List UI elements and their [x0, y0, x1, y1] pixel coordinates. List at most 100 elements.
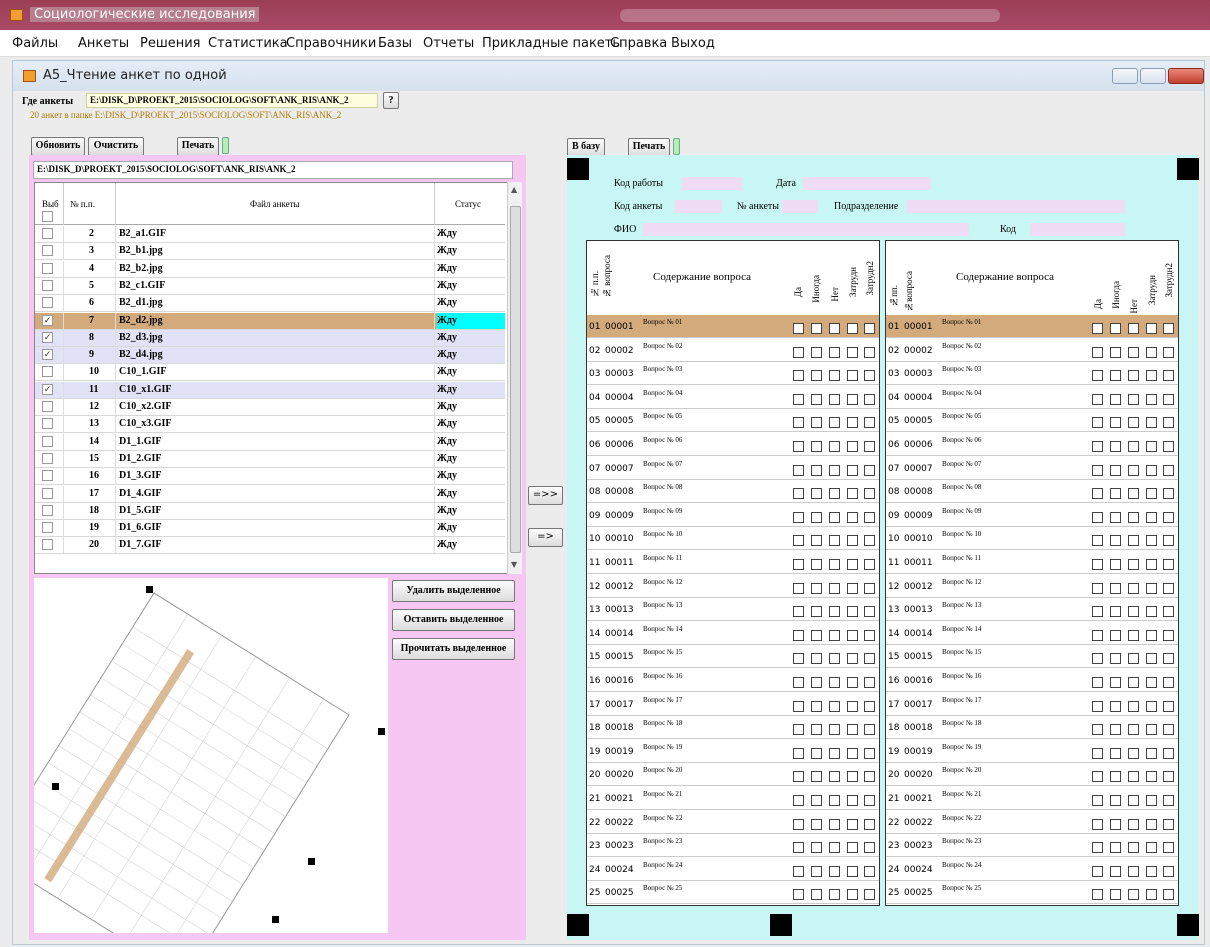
answer-checkbox[interactable]	[1092, 464, 1103, 476]
answer-checkbox[interactable]	[811, 700, 822, 712]
answer-checkbox[interactable]	[829, 488, 840, 500]
answer-checkbox[interactable]	[829, 795, 840, 806]
menu-resheniya[interactable]: Решения	[140, 36, 201, 51]
answer-checkbox[interactable]	[1163, 393, 1174, 405]
menu-statistika[interactable]: Статистика	[208, 36, 288, 51]
answer-checkbox[interactable]	[793, 795, 804, 806]
answer-checkbox[interactable]	[1128, 511, 1139, 523]
answer-checkbox[interactable]	[1146, 606, 1157, 618]
answer-checkbox[interactable]	[864, 606, 875, 618]
table-row[interactable]: ✓ 11 C10_x1.GIF Жду	[35, 381, 505, 399]
answer-checkbox[interactable]	[1146, 393, 1157, 405]
answer-checkbox[interactable]	[847, 323, 858, 334]
select-all-checkbox[interactable]	[42, 211, 53, 222]
answer-checkbox[interactable]	[811, 323, 822, 334]
answer-checkbox[interactable]	[1128, 865, 1139, 877]
table-row[interactable]: 20 D1_7.GIF Жду	[35, 537, 505, 555]
answer-checkbox[interactable]	[793, 771, 804, 783]
answer-checkbox[interactable]	[829, 393, 840, 405]
menu-spravochniki[interactable]: Справочники	[286, 36, 376, 51]
answer-checkbox[interactable]	[1128, 417, 1139, 429]
answer-checkbox[interactable]	[1128, 724, 1139, 736]
answer-checkbox[interactable]	[1092, 346, 1103, 358]
answer-checkbox[interactable]	[1110, 441, 1121, 452]
menu-spravka[interactable]: Справка	[610, 36, 667, 51]
answer-checkbox[interactable]	[829, 771, 840, 783]
answer-checkbox[interactable]	[1092, 511, 1103, 523]
answer-checkbox[interactable]	[864, 677, 875, 688]
answer-checkbox[interactable]	[1146, 535, 1157, 547]
row-checkbox[interactable]	[42, 435, 53, 447]
answer-checkbox[interactable]	[829, 889, 840, 901]
answer-checkbox[interactable]	[1163, 700, 1174, 712]
answer-checkbox[interactable]	[1128, 559, 1139, 570]
answer-checkbox[interactable]	[1163, 535, 1174, 547]
table-row[interactable]: 17 D1_4.GIF Жду	[35, 485, 505, 503]
answer-checkbox[interactable]	[829, 724, 840, 736]
answer-checkbox[interactable]	[1128, 370, 1139, 382]
row-checkbox[interactable]	[42, 522, 53, 534]
answer-checkbox[interactable]	[1146, 582, 1157, 594]
table-row[interactable]: 6 B2_d1.jpg Жду	[35, 295, 505, 313]
print-left-button[interactable]: Печать	[177, 137, 219, 156]
answer-checkbox[interactable]	[864, 417, 875, 429]
answer-checkbox[interactable]	[1110, 700, 1121, 712]
answer-checkbox[interactable]	[1128, 582, 1139, 594]
answer-checkbox[interactable]	[811, 393, 822, 405]
answer-checkbox[interactable]	[793, 535, 804, 547]
answer-checkbox[interactable]	[864, 464, 875, 476]
menu-files[interactable]: Файлы	[12, 36, 58, 51]
answer-checkbox[interactable]	[847, 818, 858, 830]
answer-checkbox[interactable]	[1128, 441, 1139, 452]
row-checkbox[interactable]: ✓	[42, 349, 53, 361]
answer-checkbox[interactable]	[1163, 323, 1174, 334]
answer-checkbox[interactable]	[1092, 724, 1103, 736]
answer-checkbox[interactable]	[1128, 323, 1139, 334]
answer-checkbox[interactable]	[1128, 677, 1139, 688]
date-field[interactable]	[803, 177, 931, 190]
row-checkbox[interactable]	[42, 401, 53, 412]
answer-checkbox[interactable]	[1146, 700, 1157, 712]
answer-checkbox[interactable]	[1163, 842, 1174, 854]
answer-checkbox[interactable]	[793, 582, 804, 594]
answer-checkbox[interactable]	[811, 629, 822, 641]
answer-checkbox[interactable]	[793, 464, 804, 476]
row-checkbox[interactable]	[42, 228, 53, 239]
answer-checkbox[interactable]	[847, 771, 858, 783]
answer-checkbox[interactable]	[1092, 795, 1103, 806]
answer-checkbox[interactable]	[811, 865, 822, 877]
answer-checkbox[interactable]	[847, 488, 858, 500]
answer-checkbox[interactable]	[1110, 795, 1121, 806]
code-field[interactable]	[1030, 223, 1125, 236]
ank-code-field[interactable]	[675, 200, 722, 213]
keep-selected-button[interactable]: Оставить выделенное	[392, 609, 515, 631]
answer-checkbox[interactable]	[1146, 865, 1157, 877]
answer-checkbox[interactable]	[847, 842, 858, 854]
answer-checkbox[interactable]	[1092, 653, 1103, 665]
table-row[interactable]: 12 C10_x2.GIF Жду	[35, 399, 505, 416]
answer-checkbox[interactable]	[1092, 559, 1103, 570]
row-checkbox[interactable]	[42, 262, 53, 274]
answer-checkbox[interactable]	[1146, 417, 1157, 429]
answer-checkbox[interactable]	[1146, 370, 1157, 382]
scroll-thumb[interactable]	[510, 206, 521, 553]
answer-checkbox[interactable]	[811, 346, 822, 358]
answer-checkbox[interactable]	[1163, 441, 1174, 452]
answer-checkbox[interactable]	[1110, 818, 1121, 830]
answer-checkbox[interactable]	[847, 865, 858, 877]
answer-checkbox[interactable]	[1092, 771, 1103, 783]
answer-checkbox[interactable]	[1163, 488, 1174, 500]
where-input[interactable]: E:\DISK_D\PROEKT_2015\SOCIOLOG\SOFT\ANK_…	[86, 93, 378, 108]
answer-checkbox[interactable]	[1146, 441, 1157, 452]
answer-checkbox[interactable]	[847, 747, 858, 759]
answer-checkbox[interactable]	[1110, 488, 1121, 500]
delete-selected-button[interactable]: Удалить выделенное	[392, 580, 515, 602]
answer-checkbox[interactable]	[1146, 842, 1157, 854]
answer-checkbox[interactable]	[1092, 535, 1103, 547]
answer-checkbox[interactable]	[1092, 393, 1103, 405]
row-checkbox[interactable]	[42, 279, 53, 291]
answer-checkbox[interactable]	[793, 606, 804, 618]
answer-checkbox[interactable]	[793, 724, 804, 736]
table-row[interactable]: 14 D1_1.GIF Жду	[35, 433, 505, 451]
answer-checkbox[interactable]	[793, 842, 804, 854]
